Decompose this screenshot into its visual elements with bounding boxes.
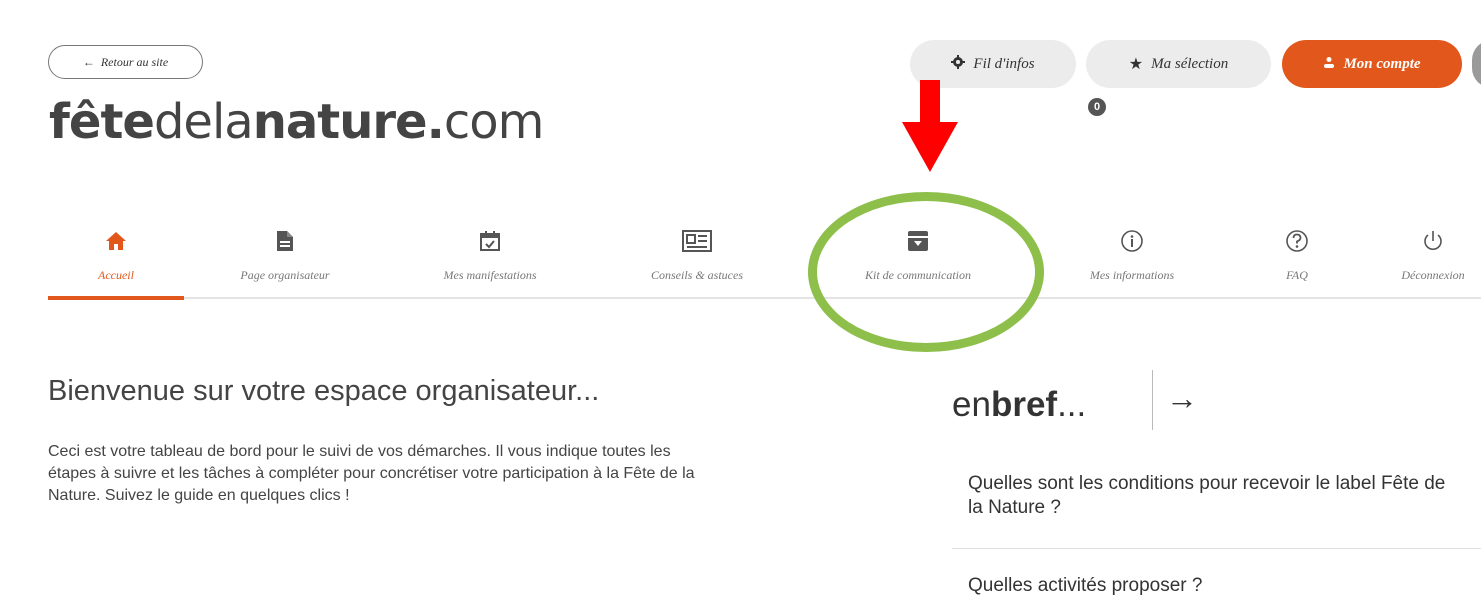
my-selection-label: Ma sélection — [1151, 55, 1229, 72]
help-icon — [1285, 228, 1309, 254]
annotation-arrow — [902, 80, 958, 177]
home-icon — [105, 228, 127, 254]
nav-item-mes-manifestations[interactable]: Mes manifestations — [410, 228, 570, 294]
faq-question[interactable]: Quelles activités proposer ? — [968, 574, 1448, 598]
nav-item-deconnexion[interactable]: Déconnexion — [1353, 228, 1481, 294]
document-icon — [276, 228, 294, 254]
star-icon: ★ — [1128, 56, 1144, 73]
info-icon — [1120, 228, 1144, 254]
faq-divider — [952, 548, 1481, 549]
selection-count-badge: 0 — [1088, 98, 1106, 116]
news-feed-label: Fil d'infos — [973, 55, 1035, 72]
nav-divider — [48, 297, 1481, 299]
page-title: Bienvenue sur votre espace organisateur.… — [48, 375, 600, 407]
bref-title: en bref... — [952, 385, 1087, 424]
nav-item-accueil[interactable]: Accueil — [36, 228, 196, 294]
back-to-site-button[interactable]: ← Retour au site — [48, 45, 203, 79]
my-account-label: Mon compte — [1343, 55, 1421, 72]
my-account-button[interactable]: Mon compte — [1282, 40, 1462, 88]
arrow-right-icon[interactable]: → — [1166, 380, 1198, 417]
nav-active-indicator — [48, 296, 184, 300]
newspaper-icon — [682, 228, 712, 254]
calendar-check-icon — [479, 228, 501, 254]
language-button[interactable] — [1472, 40, 1481, 88]
intro-text: Ceci est votre tableau de bord pour le s… — [48, 443, 695, 504]
back-to-site-label: Retour au site — [100, 54, 169, 69]
gear-icon — [951, 54, 966, 74]
my-selection-button[interactable]: ★ Ma sélection — [1086, 40, 1271, 88]
power-icon — [1421, 228, 1445, 254]
archive-download-icon — [907, 228, 929, 254]
user-icon — [1323, 56, 1335, 73]
nav-item-page-organisateur[interactable]: Page organisateur — [205, 228, 365, 294]
nav-item-conseils-astuces[interactable]: Conseils & astuces — [617, 228, 777, 294]
arrow-left-icon: ← — [82, 54, 95, 69]
nav-item-kit-de-communication[interactable]: Kit de communication — [838, 228, 998, 294]
nav-item-mes-informations[interactable]: Mes informations — [1052, 228, 1212, 294]
faq-question[interactable]: Quelles sont les conditions pour recevoi… — [968, 472, 1448, 520]
bref-separator — [1152, 370, 1153, 430]
site-logo[interactable]: fêtedelanature.com — [49, 98, 544, 146]
